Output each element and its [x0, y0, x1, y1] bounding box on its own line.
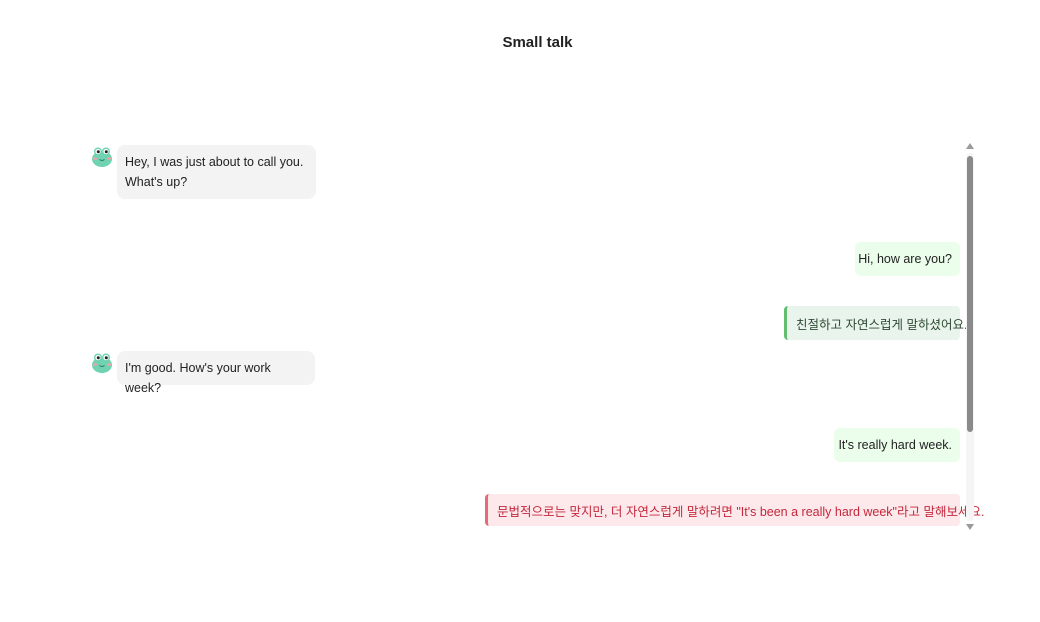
- scroll-up-arrow-icon[interactable]: [966, 143, 974, 149]
- bot-bubble-line: Hey, I was just about to call you.: [125, 155, 304, 169]
- user-bubble-text: Hi, how are you?: [858, 252, 952, 266]
- page-title: Small talk: [502, 34, 573, 51]
- user-bubble: It's really hard week.: [834, 428, 960, 462]
- frog-avatar-icon: [92, 353, 112, 373]
- scroll-down-arrow-icon[interactable]: [966, 524, 974, 530]
- user-bubble-text: It's really hard week.: [838, 438, 952, 452]
- feedback-bad: 문법적으로는 맞지만, 더 자연스럽게 말하려면 "It's been a re…: [485, 494, 984, 526]
- bot-bubble-line: What's up?: [125, 174, 188, 189]
- user-bubble: Hi, how are you?: [855, 242, 960, 276]
- feedback-good: 친절하고 자연스럽게 말하셨어요.: [784, 306, 967, 340]
- feedback-text: 친절하고 자연스럽게 말하셨어요.: [796, 317, 968, 332]
- bot-bubble: Hey, I was just about to call you. What'…: [117, 145, 316, 199]
- bot-bubble: I'm good. How's your work week?: [117, 351, 315, 395]
- bot-bubble-line: I'm good. How's your work week?: [125, 361, 271, 395]
- chat-scrollbar[interactable]: [965, 143, 975, 531]
- feedback-text: 문법적으로는 맞지만, 더 자연스럽게 말하려면 "It's been a re…: [497, 504, 985, 519]
- frog-avatar-icon: [92, 147, 112, 167]
- scrollbar-thumb[interactable]: [967, 156, 973, 432]
